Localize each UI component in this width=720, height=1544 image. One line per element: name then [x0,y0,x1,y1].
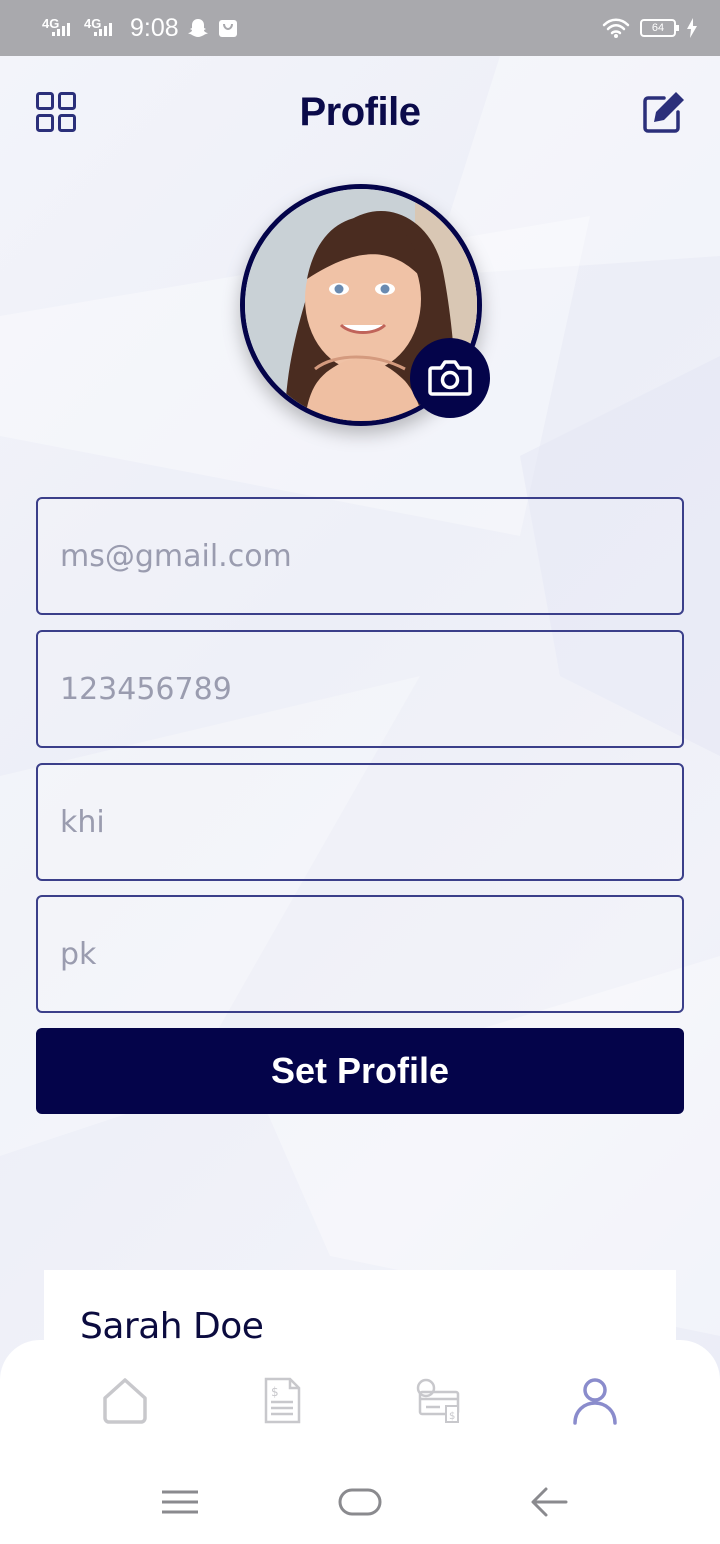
country-input[interactable] [38,897,682,1011]
svg-text:$: $ [271,1385,279,1399]
signal-icon: 4G [42,14,76,42]
payment-icon[interactable]: $ [414,1376,464,1426]
email-field[interactable] [36,497,684,615]
svg-text:$: $ [449,1411,455,1422]
back-icon[interactable] [526,1480,574,1524]
system-navigation-bar [0,1460,720,1544]
battery-icon: 64 [640,19,679,37]
user-icon[interactable] [570,1376,620,1426]
signal-icon: 4G [84,14,118,42]
home-button-icon[interactable] [336,1480,384,1524]
menu-icon[interactable] [156,1480,204,1524]
bag-icon [218,20,237,37]
country-field[interactable] [36,895,684,1013]
phone-input[interactable] [38,632,682,746]
wifi-icon [602,18,630,38]
change-photo-button[interactable] [410,338,490,418]
set-profile-button[interactable]: Set Profile [36,1028,684,1114]
home-icon[interactable] [100,1376,150,1426]
status-bar: 4G 4G 9:08 64 [0,0,720,56]
email-input[interactable] [38,499,682,613]
battery-level: 64 [651,22,665,34]
camera-icon [428,360,472,396]
phone-field[interactable] [36,630,684,748]
charging-icon [687,18,697,38]
clock: 9:08 [130,13,179,42]
city-field[interactable] [36,763,684,881]
invoice-icon[interactable]: $ [257,1376,307,1426]
app-header: Profile [0,56,720,172]
snapchat-icon [187,19,208,37]
bottom-navigation: $ $ [0,1340,720,1460]
edit-icon[interactable] [642,90,686,134]
city-input[interactable] [38,765,682,879]
page-title: Profile [299,90,421,134]
